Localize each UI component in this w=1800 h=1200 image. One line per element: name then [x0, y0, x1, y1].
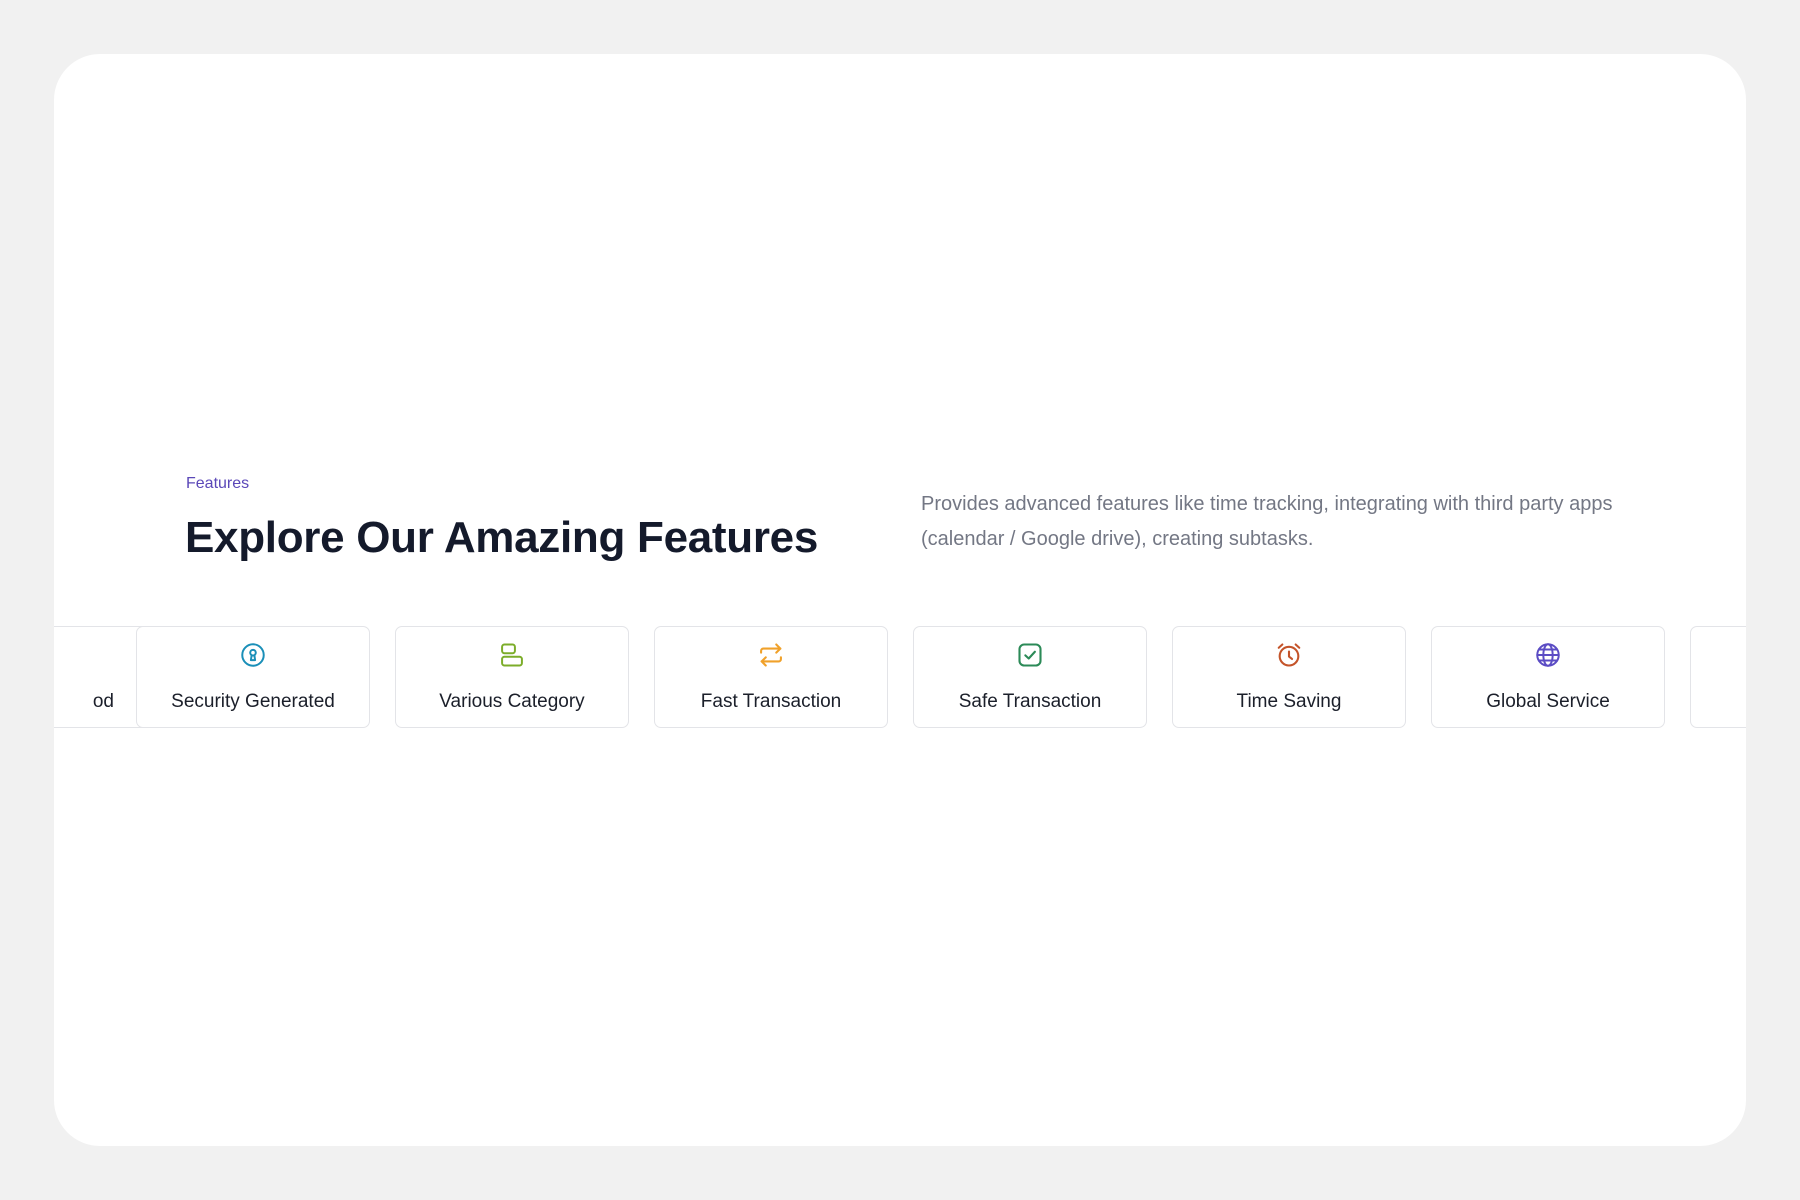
- feature-card-label: Various Category: [439, 691, 585, 712]
- feature-card-various-category[interactable]: Various Category: [395, 626, 629, 728]
- feature-card-safe-transaction[interactable]: Safe Transaction: [913, 626, 1147, 728]
- feature-card-label: Security Generated: [171, 691, 335, 712]
- feature-card-partial-right[interactable]: [1690, 626, 1746, 728]
- feature-card-security-generated[interactable]: Security Generated: [136, 626, 370, 728]
- features-section: Features Explore Our Amazing Features Pr…: [54, 54, 1746, 1146]
- feature-card-label: Fast Transaction: [700, 691, 842, 712]
- stacked-blocks-icon: [498, 641, 526, 669]
- keyhole-icon: [239, 641, 267, 669]
- section-eyebrow: Features: [186, 475, 250, 492]
- feature-card-time-saving[interactable]: Time Saving: [1172, 626, 1406, 728]
- feature-card-label: Global Service: [1486, 691, 1610, 712]
- feature-card-global-service[interactable]: Global Service: [1431, 626, 1665, 728]
- section-description: Provides advanced features like time tra…: [921, 493, 1613, 550]
- feature-card-fast-transaction[interactable]: Fast Transaction: [654, 626, 888, 728]
- feature-card-label: Time Saving: [1236, 691, 1342, 712]
- arrows-exchange-icon: [757, 641, 785, 669]
- feature-card-label: Safe Transaction: [958, 691, 1102, 712]
- alarm-clock-icon: [1275, 641, 1303, 669]
- checkbox-icon: [1016, 641, 1044, 669]
- feature-card-label: od: [92, 691, 114, 712]
- globe-icon: [1534, 641, 1562, 669]
- section-title: Explore Our Amazing Features: [185, 513, 819, 562]
